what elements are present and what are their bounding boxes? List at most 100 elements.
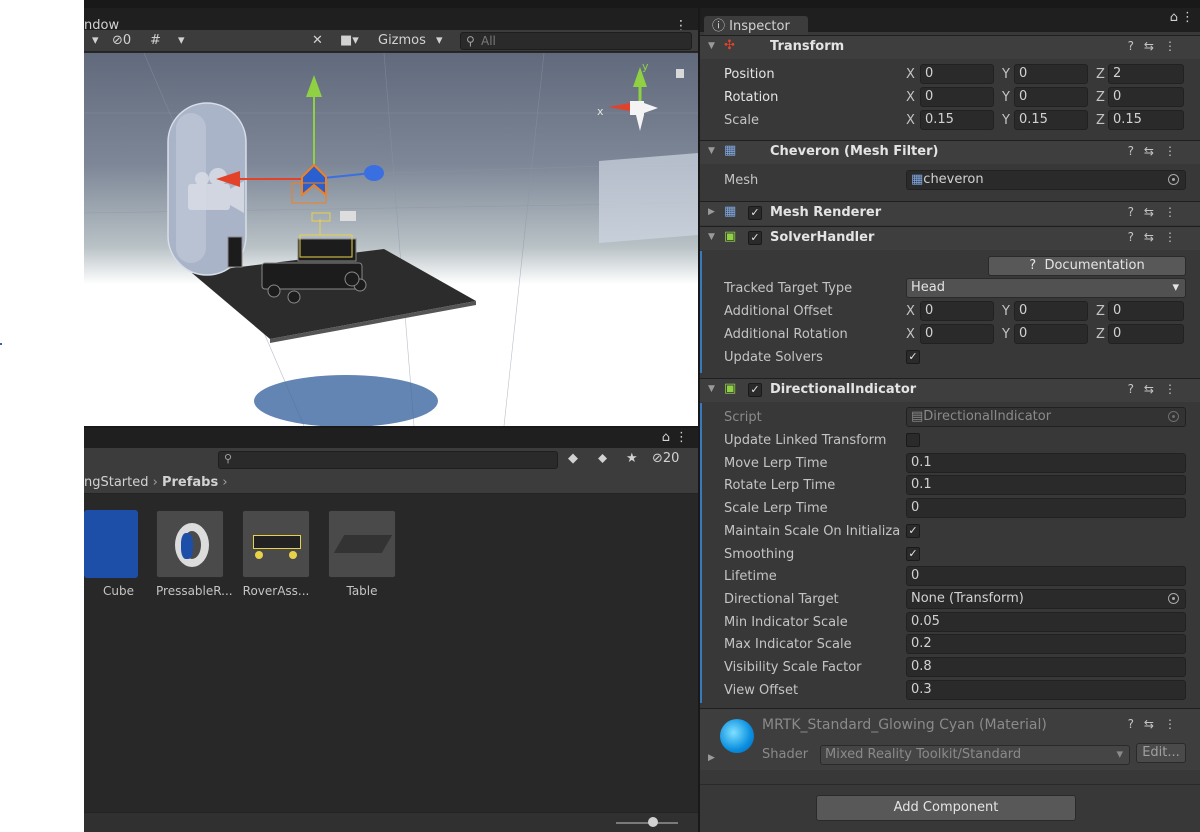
field-value: 0 <box>911 500 920 515</box>
hidden-packages-toggle[interactable]: ⊘20 <box>652 451 679 466</box>
rotation-y-field[interactable]: 0 <box>1014 87 1088 107</box>
value-field[interactable]: 0.1 <box>906 475 1186 495</box>
zoom-slider-handle[interactable] <box>648 817 658 827</box>
fold-arrow-icon[interactable]: ▶ <box>708 207 715 217</box>
asset-label: Table <box>346 584 378 598</box>
component-header-icons[interactable]: ?⇆⋮ <box>1128 205 1186 219</box>
component-header-icons[interactable]: ?⇆⋮ <box>1128 39 1186 53</box>
field-checkbox[interactable]: ✓ <box>906 524 920 538</box>
filter-by-label-icon[interactable]: ⬥ <box>598 451 607 466</box>
offset-y-field[interactable]: 0 <box>1014 301 1088 321</box>
project-search-input[interactable]: ⚲ <box>218 451 558 469</box>
lock-icon[interactable]: ⌂ <box>662 430 670 445</box>
scale-y-field[interactable]: 0.15 <box>1014 110 1088 130</box>
position-x-field[interactable]: 0 <box>920 64 994 84</box>
field-label: View Offset <box>724 683 799 698</box>
rover-thumbnail <box>242 510 310 578</box>
x-axis-label: X <box>906 304 915 319</box>
tools-icon[interactable]: ✕ <box>312 32 323 50</box>
documentation-button[interactable]: ? Documentation <box>988 256 1186 276</box>
asset-table[interactable]: Table <box>328 510 396 598</box>
asset-cube[interactable]: Cube <box>84 510 138 598</box>
scale-z-field[interactable]: 0.15 <box>1108 110 1184 130</box>
shader-dropdown[interactable]: Mixed Reality Toolkit/Standard ▾ <box>820 745 1130 765</box>
component-header-icons[interactable]: ?⇆⋮ <box>1128 717 1186 731</box>
fold-arrow-icon[interactable]: ▼ <box>708 41 715 51</box>
object-picker-icon[interactable] <box>1168 174 1179 185</box>
field-label: Move Lerp Time <box>724 456 828 471</box>
mesh-object-field[interactable]: ▦cheveron <box>906 170 1186 190</box>
project-toolbar: ⚲ ◆ ⬥ ★ ⊘20 <box>84 448 698 472</box>
asset-pressable[interactable]: PressableR... <box>156 510 233 598</box>
directional-indicator-header[interactable]: ▼ ▣ ✓ DirectionalIndicator ?⇆⋮ <box>700 378 1200 402</box>
object-field[interactable]: None (Transform) <box>906 589 1186 609</box>
solver-handler-header[interactable]: ▼ ▣ ✓ SolverHandler ?⇆⋮ <box>700 226 1200 250</box>
more-options-icon[interactable]: ⋮ <box>675 430 688 445</box>
mesh-filter-header[interactable]: ▼ ▦ Cheveron (Mesh Filter) ?⇆⋮ <box>700 140 1200 164</box>
breadcrumb-item-current[interactable]: Prefabs <box>162 475 218 490</box>
scene-viewport[interactable]: y x <box>84 53 698 426</box>
scale-x-field[interactable]: 0.15 <box>920 110 994 130</box>
directional-indicator-field-row: Smoothing ✓ <box>724 544 1194 566</box>
value-field[interactable]: 0.2 <box>906 634 1186 654</box>
field-checkbox[interactable]: ✓ <box>906 547 920 561</box>
field-label: Rotate Lerp Time <box>724 478 836 493</box>
update-solvers-checkbox[interactable]: ✓ <box>906 350 920 364</box>
field-checkbox[interactable] <box>906 433 920 447</box>
asset-rover[interactable]: RoverAss... <box>242 510 310 598</box>
mesh-renderer-header[interactable]: ▶ ▦ ✓ Mesh Renderer ?⇆⋮ <box>700 201 1200 225</box>
rotation-offset-y-field[interactable]: 0 <box>1014 324 1088 344</box>
lock-icon[interactable]: ⌂ <box>1170 10 1178 25</box>
y-axis-label: Y <box>1002 67 1010 82</box>
more-options-icon[interactable]: ⋮ <box>1181 10 1194 25</box>
add-component-button[interactable]: Add Component <box>816 795 1076 821</box>
transform-icon: ✣ <box>724 38 735 53</box>
scene-search-input[interactable]: ⚲ All <box>460 32 692 50</box>
directional-indicator-field-row: Visibility Scale Factor 0.8 <box>724 657 1194 679</box>
rotation-x-field[interactable]: 0 <box>920 87 994 107</box>
gizmos-dropdown-arrow-icon[interactable]: ▾ <box>436 32 443 50</box>
fold-arrow-icon[interactable]: ▼ <box>708 384 715 394</box>
offset-x-field[interactable]: 0 <box>920 301 994 321</box>
solver-handler-enabled-checkbox[interactable]: ✓ <box>748 231 762 245</box>
fold-arrow-icon[interactable]: ▼ <box>708 146 715 156</box>
visibility-toggle[interactable]: ⊘0 <box>112 32 131 50</box>
camera-icon[interactable]: ■▾ <box>340 32 359 50</box>
rotation-offset-z-field[interactable]: 0 <box>1108 324 1184 344</box>
z-axis-label: Z <box>1096 90 1105 105</box>
position-z-field[interactable]: 2 <box>1108 64 1184 84</box>
rotation-row: Rotation X 0 Y 0 Z 0 <box>724 87 1194 109</box>
value-field[interactable]: 0 <box>906 498 1186 518</box>
grid-dropdown-arrow-icon[interactable]: ▾ <box>178 32 185 50</box>
gizmos-button[interactable]: Gizmos <box>378 32 426 50</box>
favorites-star-icon[interactable]: ★ <box>626 451 638 466</box>
value-field[interactable]: 0.3 <box>906 680 1186 700</box>
rotation-z-field[interactable]: 0 <box>1108 87 1184 107</box>
value-field[interactable]: 0.1 <box>906 453 1186 473</box>
fold-arrow-icon[interactable]: ▼ <box>708 232 715 242</box>
component-header-icons[interactable]: ?⇆⋮ <box>1128 230 1186 244</box>
transform-header[interactable]: ▼ ✣ Transform ?⇆⋮ <box>700 35 1200 59</box>
tab-label: Inspector <box>729 19 790 34</box>
fold-arrow-icon[interactable]: ▶ <box>708 753 715 763</box>
component-header-icons[interactable]: ?⇆⋮ <box>1128 144 1186 158</box>
mesh-renderer-enabled-checkbox[interactable]: ✓ <box>748 206 762 220</box>
offset-z-field[interactable]: 0 <box>1108 301 1184 321</box>
dropdown-arrow-icon[interactable]: ▾ <box>92 32 99 50</box>
edit-shader-button[interactable]: Edit... <box>1136 743 1186 763</box>
y-axis-label: Y <box>1002 327 1010 342</box>
zoom-slider-track[interactable] <box>616 822 678 824</box>
grid-icon[interactable]: # <box>150 32 161 50</box>
breadcrumb-item[interactable]: ngStarted <box>84 475 149 490</box>
position-y-field[interactable]: 0 <box>1014 64 1088 84</box>
filter-by-type-icon[interactable]: ◆ <box>568 451 578 466</box>
rotation-offset-x-field[interactable]: 0 <box>920 324 994 344</box>
directional-indicator-enabled-checkbox[interactable]: ✓ <box>748 383 762 397</box>
object-picker-icon[interactable] <box>1168 593 1179 604</box>
value-field[interactable]: 0.8 <box>906 657 1186 677</box>
value-field[interactable]: 0.05 <box>906 612 1186 632</box>
value-field[interactable]: 0 <box>906 566 1186 586</box>
component-header-icons[interactable]: ?⇆⋮ <box>1128 382 1186 396</box>
component-title: DirectionalIndicator <box>770 382 917 397</box>
tracked-target-dropdown[interactable]: Head ▾ <box>906 278 1186 298</box>
